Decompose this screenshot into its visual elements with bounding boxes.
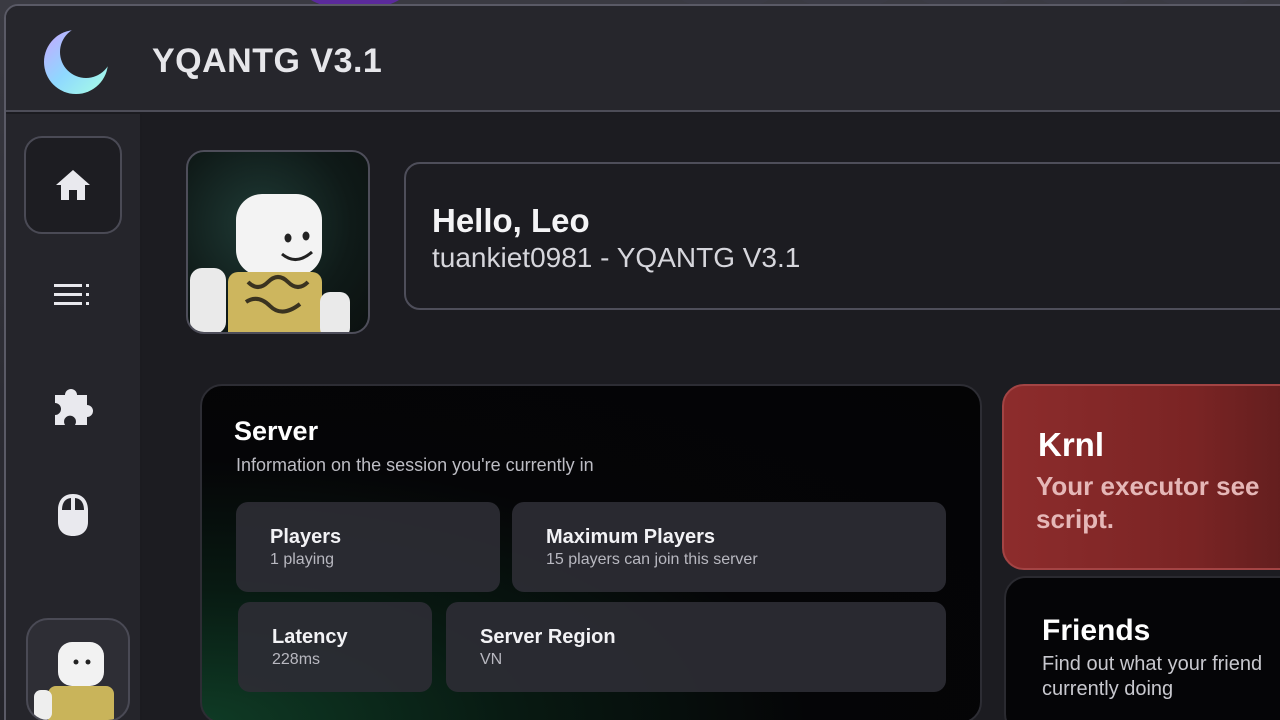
stat-value: 228ms [272,651,321,668]
friends-description-line: Find out what your friend [1042,653,1263,675]
avatar-image [190,194,350,332]
krnl-description: Your executor see script. [1036,470,1280,536]
avatar-image [34,642,114,720]
stat-label: Latency [272,626,348,648]
greeting-subtitle: tuankiet0981 - YQANTG V3.1 [432,242,801,273]
list-icon [54,284,89,305]
stat-server-region: Server Region VN [446,602,946,692]
sidebar-item-mouse[interactable] [24,466,122,564]
friends-description-line: currently doing [1042,678,1174,700]
stat-players: Players 1 playing [236,502,500,592]
app-window: YQANTG V3.1 Hello, Leo tuankiet0981 - YQ… [4,4,1280,720]
stat-value: 15 players can join this server [546,551,758,568]
sidebar-item-home[interactable] [24,136,122,234]
puzzle-icon [55,389,93,425]
friends-title: Friends [1042,614,1151,647]
server-description: Information on the session you're curren… [236,455,594,475]
krnl-card[interactable]: Krnl Your executor see script. [1002,384,1280,570]
stat-label: Maximum Players [546,526,715,548]
title-bar: YQANTG V3.1 [6,6,1280,112]
greeting-card: Hello, Leo tuankiet0981 - YQANTG V3.1 [404,162,1280,310]
greeting-title: Hello, Leo [432,202,590,239]
krnl-description-line: Your executor see [1036,471,1260,501]
stat-value: 1 playing [270,551,335,568]
main-content: Hello, Leo tuankiet0981 - YQANTG V3.1 Se… [142,114,1280,720]
friends-card[interactable]: Friends Find out what your friend curren… [1004,576,1280,720]
stat-value: VN [480,651,503,668]
profile-avatar [186,150,370,334]
stat-label: Server Region [480,626,616,648]
server-card: Server Information on the session you're… [200,384,982,720]
friends-description: Find out what your friend currently doin… [1042,652,1262,702]
sidebar-avatar[interactable] [26,618,130,720]
stat-max-players: Maximum Players 15 players can join this… [512,502,946,592]
krnl-title: Krnl [1038,426,1104,463]
mouse-icon [58,494,88,536]
sidebar-item-list[interactable] [24,246,122,344]
sidebar [6,114,140,720]
server-title: Server [234,416,319,446]
krnl-description-line: script. [1036,504,1115,534]
home-icon [56,170,90,200]
moon-logo-icon [44,30,108,94]
stat-latency: Latency 228ms [238,602,432,692]
stat-label: Players [270,526,342,548]
sidebar-item-plugins[interactable] [24,356,122,454]
app-title: YQANTG V3.1 [152,42,383,80]
